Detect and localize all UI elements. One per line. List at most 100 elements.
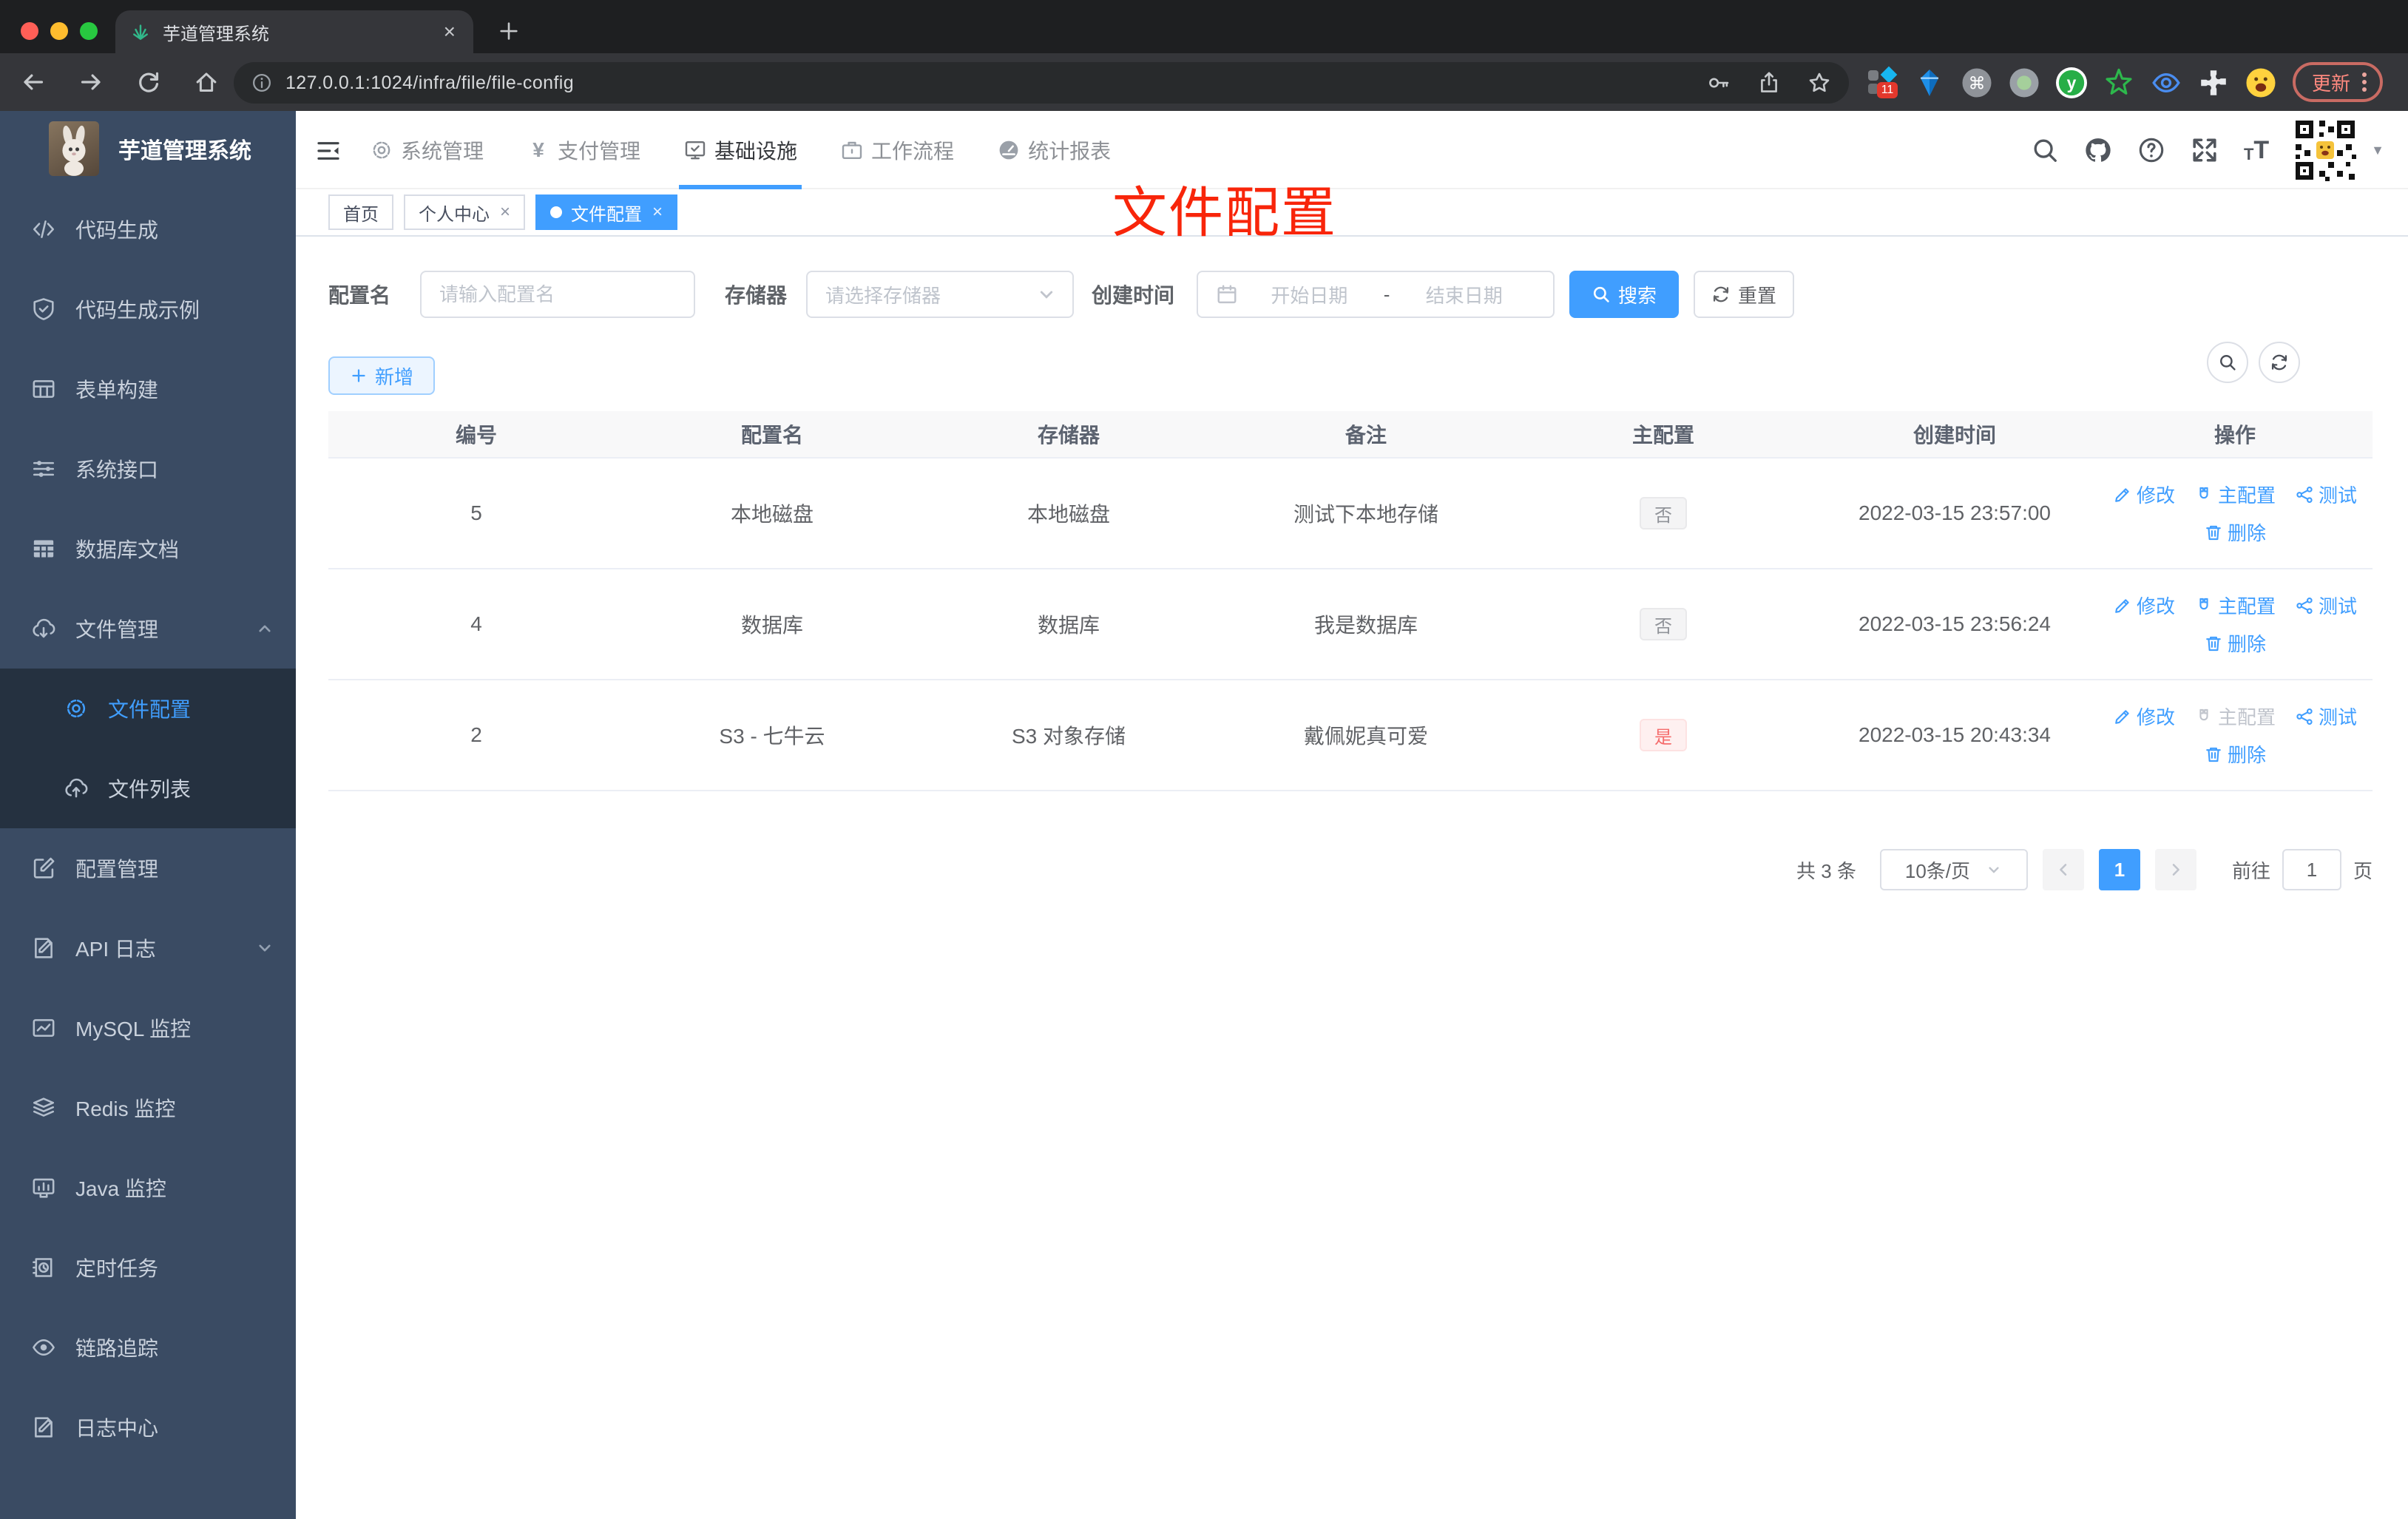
bookmark-star-icon[interactable] bbox=[1807, 71, 1831, 95]
set-master-link[interactable]: 主配置 bbox=[2194, 481, 2276, 508]
sidebar-item[interactable]: 日志中心 bbox=[0, 1387, 296, 1467]
edit-link[interactable]: 修改 bbox=[2113, 481, 2175, 508]
top-nav-item[interactable]: 统计报表 bbox=[997, 111, 1111, 189]
reload-icon[interactable] bbox=[136, 70, 161, 95]
test-link[interactable]: 测试 bbox=[2295, 481, 2357, 508]
sidebar-item[interactable]: 链路追踪 bbox=[0, 1307, 296, 1387]
prev-page-button[interactable] bbox=[2042, 849, 2084, 890]
tab-close-icon[interactable]: × bbox=[441, 21, 459, 42]
storage-select[interactable]: 请选择存储器 bbox=[806, 271, 1075, 318]
pencil-icon bbox=[2113, 707, 2132, 726]
sidebar-item[interactable]: 数据库文档 bbox=[0, 509, 296, 589]
screen: 芋道管理系统 × 127.0.0.1:1024/infra/file/file-… bbox=[0, 0, 2408, 1519]
password-key-icon[interactable] bbox=[1707, 71, 1731, 95]
collapse-sidebar-icon[interactable] bbox=[315, 138, 342, 164]
start-date-placeholder[interactable]: 开始日期 bbox=[1238, 281, 1381, 308]
help-icon[interactable] bbox=[2137, 136, 2165, 164]
extension-command-icon[interactable]: ⌘ bbox=[1961, 67, 1992, 98]
test-link[interactable]: 测试 bbox=[2295, 592, 2357, 619]
edit-link[interactable]: 修改 bbox=[2113, 592, 2175, 619]
sidebar-item[interactable]: 定时任务 bbox=[0, 1228, 296, 1307]
layers-icon bbox=[31, 1095, 56, 1120]
date-range-picker[interactable]: 开始日期 - 结束日期 bbox=[1197, 271, 1555, 318]
font-size-icon[interactable]: TT bbox=[2244, 138, 2269, 163]
top-nav-item[interactable]: 系统管理 bbox=[370, 111, 484, 189]
extension-star-icon[interactable] bbox=[2103, 67, 2134, 98]
app-logo[interactable]: 芋道管理系统 bbox=[0, 111, 296, 186]
search-button[interactable]: 搜索 bbox=[1569, 271, 1680, 318]
delete-link[interactable]: 删除 bbox=[2204, 629, 2266, 657]
tag-item[interactable]: 文件配置 × bbox=[535, 194, 678, 230]
config-name-field[interactable] bbox=[420, 271, 696, 318]
next-page-button[interactable] bbox=[2154, 849, 2196, 890]
extension-puzzle-icon[interactable] bbox=[2198, 67, 2229, 98]
sidebar-item[interactable]: 系统接口 bbox=[0, 429, 296, 509]
user-avatar[interactable] bbox=[2293, 118, 2358, 183]
forward-icon[interactable] bbox=[78, 70, 104, 95]
extension-eye-icon[interactable] bbox=[2151, 67, 2182, 98]
config-name-input[interactable] bbox=[439, 283, 677, 306]
extension-dot-icon[interactable] bbox=[2009, 67, 2040, 98]
address-bar[interactable]: 127.0.0.1:1024/infra/file/file-config bbox=[234, 62, 1849, 104]
top-nav-item[interactable]: 工作流程 bbox=[840, 111, 954, 189]
add-button[interactable]: 新增 bbox=[328, 356, 435, 395]
sidebar-item[interactable]: Java 监控 bbox=[0, 1148, 296, 1228]
window-zoom-button[interactable] bbox=[80, 22, 98, 40]
sidebar-item-label: 表单构建 bbox=[75, 379, 159, 402]
new-tab-button[interactable] bbox=[491, 13, 527, 49]
end-date-placeholder[interactable]: 结束日期 bbox=[1393, 281, 1535, 308]
sidebar-item[interactable]: API 日志 bbox=[0, 908, 296, 988]
column-header: 配置名 bbox=[740, 424, 803, 447]
sidebar-item[interactable]: MySQL 监控 bbox=[0, 988, 296, 1068]
refresh-table-button[interactable] bbox=[2259, 342, 2300, 383]
sidebar-item[interactable]: 文件管理 bbox=[0, 589, 296, 669]
pagination: 共 3 条 10条/页 1 前往 页 bbox=[1796, 849, 2373, 890]
browser-menu-icon[interactable] bbox=[2362, 72, 2367, 92]
sidebar-item[interactable]: 文件列表 bbox=[0, 748, 296, 828]
window-minimize-button[interactable] bbox=[50, 22, 68, 40]
github-icon[interactable] bbox=[2084, 136, 2112, 164]
set-master-link[interactable]: 主配置 bbox=[2194, 703, 2276, 730]
sidebar-item[interactable]: 文件配置 bbox=[0, 669, 296, 748]
goto-page-input[interactable] bbox=[2282, 849, 2341, 890]
extension-y-icon[interactable]: y bbox=[2056, 67, 2087, 98]
tag-item[interactable]: 首页 bbox=[328, 194, 393, 230]
tag-item[interactable]: 个人中心 × bbox=[404, 194, 526, 230]
tag-close-icon[interactable]: × bbox=[652, 203, 663, 221]
sidebar-item-label: Java 监控 bbox=[75, 1177, 166, 1200]
window-close-button[interactable] bbox=[21, 22, 38, 40]
browser-tab[interactable]: 芋道管理系统 × bbox=[115, 10, 473, 53]
sidebar-item[interactable]: 代码生成示例 bbox=[0, 269, 296, 349]
sidebar-item[interactable]: 配置管理 bbox=[0, 828, 296, 908]
test-link[interactable]: 测试 bbox=[2295, 703, 2357, 730]
extension-emoji-icon[interactable] bbox=[2245, 67, 2276, 98]
sidebar-item[interactable]: Redis 监控 bbox=[0, 1068, 296, 1148]
delete-link[interactable]: 删除 bbox=[2204, 740, 2266, 768]
app-title: 芋道管理系统 bbox=[118, 139, 251, 163]
reset-button[interactable]: 重置 bbox=[1694, 271, 1795, 318]
sidebar-item[interactable]: 代码生成 bbox=[0, 189, 296, 269]
sidebar-item[interactable]: 表单构建 bbox=[0, 349, 296, 429]
top-nav-item[interactable]: ¥ 支付管理 bbox=[527, 111, 640, 189]
table-row: 2 S3 - 七牛云 S3 对象存储 戴佩妮真可爱 是 2022-03-15 20:43:… bbox=[328, 680, 2373, 791]
db-table-icon bbox=[31, 536, 56, 561]
share-icon[interactable] bbox=[1757, 71, 1781, 95]
back-icon[interactable] bbox=[21, 70, 46, 95]
edit-link[interactable]: 修改 bbox=[2113, 703, 2175, 730]
extension-gem-icon[interactable] bbox=[1914, 67, 1945, 98]
top-nav-item[interactable]: 基础设施 bbox=[679, 111, 802, 189]
tag-close-icon[interactable]: × bbox=[500, 203, 510, 221]
extension-tampermonkey-icon[interactable]: 11 bbox=[1867, 66, 1898, 98]
home-icon[interactable] bbox=[194, 70, 219, 95]
toggle-search-button[interactable] bbox=[2207, 342, 2248, 383]
user-menu-caret-icon[interactable]: ▼ bbox=[2371, 143, 2384, 158]
current-page[interactable]: 1 bbox=[2098, 849, 2140, 890]
site-info-icon[interactable] bbox=[251, 72, 272, 93]
page-size-select[interactable]: 10条/页 bbox=[1879, 849, 2028, 890]
set-master-link[interactable]: 主配置 bbox=[2194, 592, 2276, 619]
fullscreen-icon[interactable] bbox=[2191, 136, 2219, 164]
search-icon[interactable] bbox=[2031, 136, 2059, 164]
chrome-update-button[interactable]: 更新 bbox=[2293, 62, 2384, 102]
delete-link[interactable]: 删除 bbox=[2204, 518, 2266, 546]
set-master-link-label: 主配置 bbox=[2217, 484, 2276, 507]
